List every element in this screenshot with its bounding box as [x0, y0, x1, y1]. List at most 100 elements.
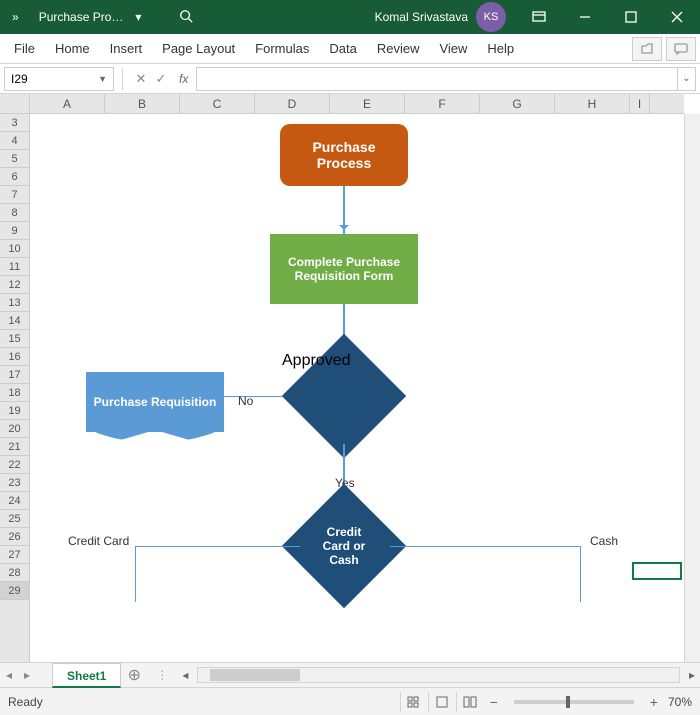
row-header[interactable]: 20: [0, 420, 29, 438]
document-name[interactable]: Purchase Pro…: [31, 10, 132, 24]
fx-icon[interactable]: fx: [179, 72, 188, 86]
row-header[interactable]: 8: [0, 204, 29, 222]
hscroll-right-icon[interactable]: ▸: [684, 668, 700, 682]
formula-bar: I29 ▼ ✕ ✓ fx ⌄: [0, 64, 700, 94]
col-header[interactable]: I: [630, 94, 650, 113]
comments-icon[interactable]: [666, 37, 696, 61]
name-box-dropdown-icon[interactable]: ▼: [98, 74, 107, 84]
flowchart: Purchase Process Complete Purchase Requi…: [30, 114, 682, 662]
branch-label-cash: Cash: [590, 534, 618, 548]
row-header[interactable]: 16: [0, 348, 29, 366]
tab-view[interactable]: View: [429, 34, 477, 64]
sheet-tab[interactable]: Sheet1: [52, 663, 121, 688]
ribbon-tabs: File Home Insert Page Layout Formulas Da…: [0, 34, 700, 64]
tab-review[interactable]: Review: [367, 34, 430, 64]
tab-formulas[interactable]: Formulas: [245, 34, 319, 64]
row-header[interactable]: 22: [0, 456, 29, 474]
row-header[interactable]: 14: [0, 312, 29, 330]
row-header[interactable]: 4: [0, 132, 29, 150]
row-header[interactable]: 15: [0, 330, 29, 348]
row-header[interactable]: 9: [0, 222, 29, 240]
hscroll-left-icon[interactable]: ◂: [177, 668, 193, 682]
row-header[interactable]: 5: [0, 150, 29, 168]
tab-help[interactable]: Help: [477, 34, 524, 64]
share-icon[interactable]: [632, 37, 662, 61]
col-header[interactable]: D: [255, 94, 330, 113]
document-shape[interactable]: Purchase Requisition: [86, 372, 224, 432]
row-header[interactable]: 23: [0, 474, 29, 492]
vertical-scrollbar[interactable]: [684, 114, 700, 662]
row-header[interactable]: 6: [0, 168, 29, 186]
new-sheet-button[interactable]: ⊕: [121, 665, 147, 685]
row-header[interactable]: 13: [0, 294, 29, 312]
connector-line[interactable]: [135, 546, 136, 602]
title-dropdown-icon[interactable]: ▾: [131, 10, 145, 24]
zoom-in-button[interactable]: +: [644, 694, 664, 710]
tab-file[interactable]: File: [4, 34, 45, 64]
tab-insert[interactable]: Insert: [100, 34, 153, 64]
enter-icon[interactable]: ✓: [151, 71, 171, 87]
col-header[interactable]: E: [330, 94, 405, 113]
col-header[interactable]: C: [180, 94, 255, 113]
page-break-view-icon[interactable]: [456, 692, 484, 712]
page-layout-view-icon[interactable]: [428, 692, 456, 712]
col-header[interactable]: G: [480, 94, 555, 113]
col-header[interactable]: H: [555, 94, 630, 113]
sheet-nav-prev-icon[interactable]: ◂: [0, 668, 18, 682]
row-header[interactable]: 27: [0, 546, 29, 564]
tab-home[interactable]: Home: [45, 34, 100, 64]
zoom-slider[interactable]: [514, 700, 634, 704]
sheet-tab-bar: ◂ ▸ Sheet1 ⊕ ⋮ ◂ ▸: [0, 662, 700, 687]
formula-input[interactable]: [196, 67, 678, 91]
search-icon[interactable]: [169, 9, 203, 26]
connector-line[interactable]: [580, 546, 581, 602]
zoom-level[interactable]: 70%: [668, 695, 692, 709]
row-header[interactable]: 28: [0, 564, 29, 582]
ribbon-mode-icon[interactable]: [516, 0, 562, 34]
tab-data[interactable]: Data: [319, 34, 366, 64]
row-header[interactable]: 19: [0, 402, 29, 420]
row-header[interactable]: 21: [0, 438, 29, 456]
decision-shape[interactable]: Credit Card or Cash: [300, 502, 388, 590]
connector-arrow[interactable]: [343, 186, 345, 234]
avatar[interactable]: KS: [476, 2, 506, 32]
row-header[interactable]: 17: [0, 366, 29, 384]
decision-label: Approved: [282, 352, 406, 370]
maximize-button[interactable]: [608, 0, 654, 34]
col-header[interactable]: B: [105, 94, 180, 113]
quick-access-more-icon[interactable]: »: [0, 10, 31, 24]
row-header[interactable]: 26: [0, 528, 29, 546]
row-header[interactable]: 7: [0, 186, 29, 204]
row-headers: 3 4 5 6 7 8 9 10 11 12 13 14 15 16 17 18…: [0, 94, 30, 662]
worksheet-grid[interactable]: A B C D E F G H I 3 4 5 6 7 8 9 10 11 12…: [0, 94, 700, 662]
select-all-corner[interactable]: [0, 94, 30, 113]
horizontal-scrollbar[interactable]: [197, 667, 680, 683]
col-header[interactable]: F: [405, 94, 480, 113]
process-shape[interactable]: Complete Purchase Requisition Form: [270, 234, 418, 304]
row-header[interactable]: 11: [0, 258, 29, 276]
status-text: Ready: [8, 695, 43, 709]
tab-page-layout[interactable]: Page Layout: [152, 34, 245, 64]
user-name[interactable]: Komal Srivastava: [375, 10, 468, 24]
zoom-out-button[interactable]: −: [484, 694, 504, 710]
col-header[interactable]: A: [30, 94, 105, 113]
row-header[interactable]: 24: [0, 492, 29, 510]
normal-view-icon[interactable]: [400, 692, 428, 712]
expand-formula-icon[interactable]: ⌄: [678, 67, 696, 91]
minimize-button[interactable]: [562, 0, 608, 34]
row-header[interactable]: 10: [0, 240, 29, 258]
terminator-shape[interactable]: Purchase Process: [280, 124, 408, 186]
row-header[interactable]: 3: [0, 114, 29, 132]
row-header[interactable]: 25: [0, 510, 29, 528]
name-box[interactable]: I29 ▼: [4, 67, 114, 91]
connector-line[interactable]: [390, 546, 580, 547]
connector-line[interactable]: [135, 546, 300, 547]
cell-ref: I29: [11, 72, 28, 86]
tab-split-handle[interactable]: ⋮: [147, 668, 177, 682]
close-button[interactable]: [654, 0, 700, 34]
row-header[interactable]: 12: [0, 276, 29, 294]
row-header[interactable]: 18: [0, 384, 29, 402]
row-header[interactable]: 29: [0, 582, 29, 600]
cancel-icon[interactable]: ✕: [131, 71, 151, 87]
sheet-nav-next-icon[interactable]: ▸: [18, 668, 36, 682]
